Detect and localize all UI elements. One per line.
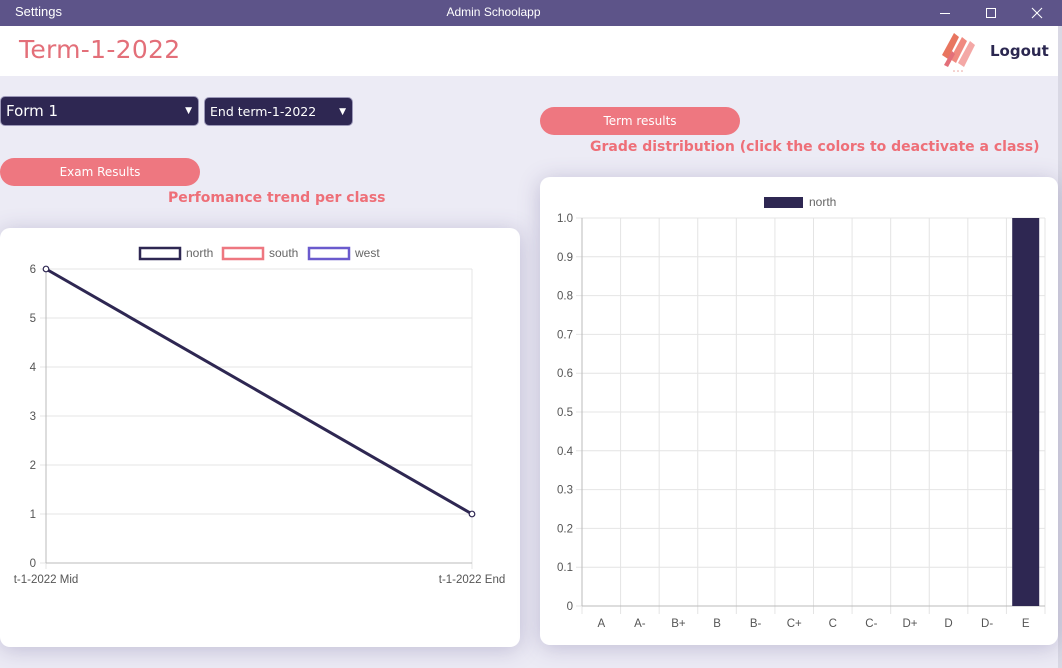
logout-button[interactable]: Logout bbox=[990, 42, 1049, 60]
x-tick-label: t-1-2022 Mid bbox=[14, 574, 79, 586]
app-logo bbox=[942, 33, 975, 72]
y-tick-label: 0.4 bbox=[557, 446, 574, 458]
term-select[interactable]: End term-1-2022 ▼ bbox=[204, 97, 353, 126]
y-tick-label: 3 bbox=[30, 411, 36, 423]
exam-results-button[interactable]: Exam Results bbox=[0, 158, 200, 186]
bar bbox=[1012, 218, 1040, 606]
grade-chart-card: 0 0.1 0.2 0.3 0.4 0.5 0.6 0.7 0.8 0.9 1.0 A A- B+ B B- C… bbox=[540, 177, 1058, 645]
x-tick-label: t-1-2022 End bbox=[439, 574, 506, 586]
y-tick-label: 0 bbox=[30, 558, 36, 570]
legend-swatch bbox=[138, 246, 182, 261]
legend-swatch bbox=[764, 197, 803, 208]
grade-chart-title: Grade distribution (click the colors to … bbox=[590, 139, 1040, 155]
x-tick-label: B- bbox=[750, 618, 762, 630]
legend-label: north bbox=[809, 195, 836, 209]
y-tick-label: 0.5 bbox=[557, 407, 573, 419]
x-tick-label: C bbox=[829, 618, 837, 630]
y-tick-label: 0.7 bbox=[557, 329, 573, 341]
y-tick-label: 0.2 bbox=[557, 523, 573, 535]
close-icon[interactable] bbox=[1014, 0, 1060, 26]
y-tick-label: 1 bbox=[30, 509, 36, 521]
x-tick-label: E bbox=[1022, 618, 1030, 630]
app-header: Term-1-2022 Logout bbox=[0, 26, 1062, 76]
legend-label: north bbox=[186, 246, 213, 260]
y-tick-label: 0.3 bbox=[557, 485, 573, 497]
form-select[interactable]: Form 1 ▼ bbox=[0, 96, 199, 126]
scrollbar[interactable] bbox=[1058, 26, 1062, 668]
legend-label: west bbox=[354, 246, 380, 260]
x-tick-label: D+ bbox=[902, 618, 917, 630]
page-title: Term-1-2022 bbox=[19, 35, 181, 64]
x-tick-label: C+ bbox=[787, 618, 802, 630]
x-tick-label: A bbox=[597, 618, 605, 630]
trend-line-chart: 0 1 2 3 4 5 6 t-1-2022 Mid t-1-2022 End north sout… bbox=[14, 246, 506, 586]
legend-label: south bbox=[269, 246, 298, 260]
window-title: Admin Schoolapp bbox=[446, 5, 541, 19]
legend-swatch bbox=[221, 246, 265, 261]
form-select-value: Form 1 bbox=[6, 102, 59, 120]
term-select-value: End term-1-2022 bbox=[210, 104, 317, 119]
maximize-icon[interactable] bbox=[968, 0, 1014, 26]
chevron-down-icon: ▼ bbox=[339, 107, 346, 117]
y-tick-label: 2 bbox=[30, 460, 36, 472]
x-tick-label: D bbox=[944, 618, 952, 630]
data-point bbox=[468, 510, 476, 518]
x-tick-label: D- bbox=[981, 618, 993, 630]
series-line bbox=[45, 267, 473, 516]
y-tick-label: 5 bbox=[30, 313, 36, 325]
x-tick-label: B+ bbox=[671, 618, 686, 630]
y-tick-label: 0.8 bbox=[557, 291, 573, 303]
y-tick-label: 0 bbox=[567, 601, 573, 613]
legend-swatch bbox=[307, 246, 351, 261]
chevron-down-icon: ▼ bbox=[185, 106, 192, 116]
y-tick-label: 1.0 bbox=[557, 213, 573, 225]
y-tick-label: 4 bbox=[30, 362, 37, 374]
minimize-icon[interactable] bbox=[922, 0, 968, 26]
y-tick-label: 0.6 bbox=[557, 368, 573, 380]
trend-chart-title: Perfomance trend per class bbox=[168, 190, 386, 206]
trend-chart-card: 0 1 2 3 4 5 6 t-1-2022 Mid t-1-2022 End north sout… bbox=[0, 228, 520, 647]
y-tick-label: 6 bbox=[30, 264, 36, 276]
y-tick-label: 0.1 bbox=[557, 562, 573, 574]
window-titlebar: Settings Admin Schoolapp bbox=[0, 0, 1062, 26]
x-tick-label: A- bbox=[634, 618, 646, 630]
x-tick-label: C- bbox=[865, 618, 877, 630]
y-tick-label: 0.9 bbox=[557, 252, 573, 264]
x-tick-label: B bbox=[713, 618, 721, 630]
data-point bbox=[42, 265, 50, 273]
grade-bar-chart: 0 0.1 0.2 0.3 0.4 0.5 0.6 0.7 0.8 0.9 1.0 A A- B+ B B- C… bbox=[557, 195, 1046, 630]
term-results-button[interactable]: Term results bbox=[540, 107, 740, 135]
